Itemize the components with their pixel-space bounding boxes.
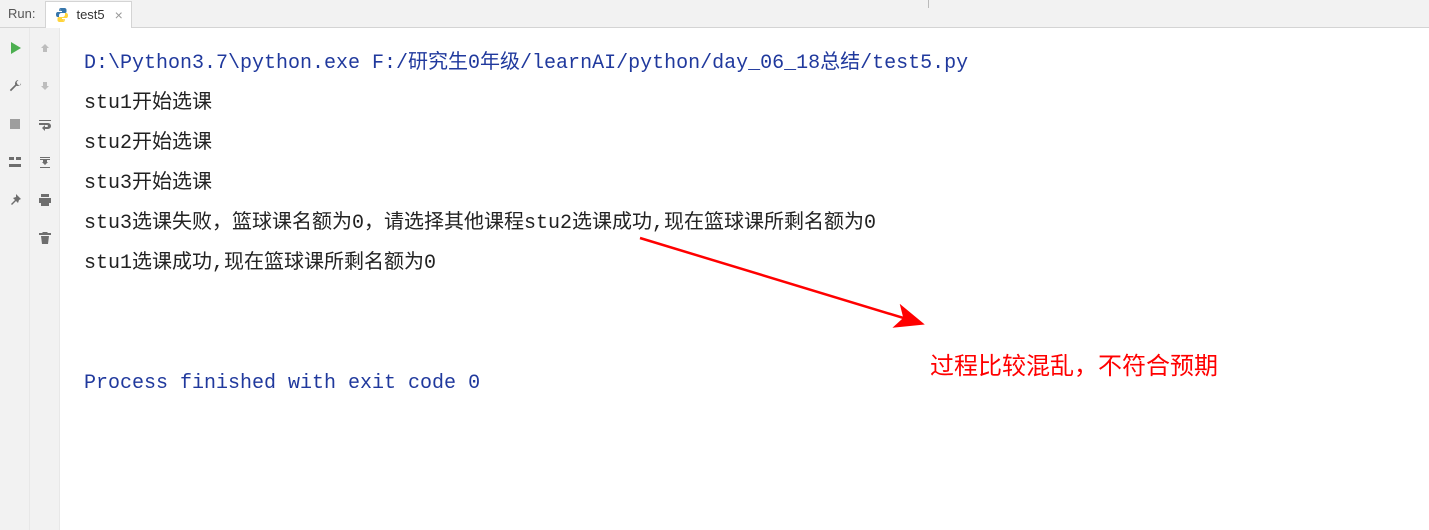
main-area: D:\Python3.7\python.exe F:/研究生0年级/learnA…	[0, 28, 1429, 530]
wrench-icon[interactable]	[5, 76, 25, 96]
run-tab[interactable]: test5 ×	[45, 1, 131, 28]
scroll-to-end-icon[interactable]	[35, 152, 55, 172]
python-file-icon	[54, 7, 70, 23]
pin-icon[interactable]	[5, 190, 25, 210]
layout-icon[interactable]	[5, 152, 25, 172]
annotation-text: 过程比较混乱，不符合预期	[930, 347, 1218, 387]
output-line: stu1开始选课	[84, 84, 1409, 124]
run-tool-header: Run: test5 ×	[0, 0, 1429, 28]
scroll-marker	[928, 0, 929, 8]
console-output[interactable]: D:\Python3.7\python.exe F:/研究生0年级/learnA…	[60, 28, 1429, 530]
tab-filename: test5	[76, 7, 104, 22]
print-icon[interactable]	[35, 190, 55, 210]
tab-close-button[interactable]: ×	[115, 7, 123, 23]
stop-button[interactable]	[5, 114, 25, 134]
up-icon[interactable]	[35, 38, 55, 58]
console-actions-toolbar	[30, 28, 60, 530]
run-label: Run:	[8, 6, 35, 21]
output-line: stu3开始选课	[84, 164, 1409, 204]
output-line: stu3选课失败，篮球课名额为0，请选择其他课程stu2选课成功,现在篮球课所剩…	[84, 204, 1409, 244]
soft-wrap-icon[interactable]	[35, 114, 55, 134]
rerun-button[interactable]	[5, 38, 25, 58]
command-line: D:\Python3.7\python.exe F:/研究生0年级/learnA…	[84, 44, 1409, 84]
output-line: stu2开始选课	[84, 124, 1409, 164]
output-line: stu1选课成功,现在篮球课所剩名额为0	[84, 244, 1409, 284]
down-icon[interactable]	[35, 76, 55, 96]
run-actions-toolbar	[0, 28, 30, 530]
trash-icon[interactable]	[35, 228, 55, 248]
